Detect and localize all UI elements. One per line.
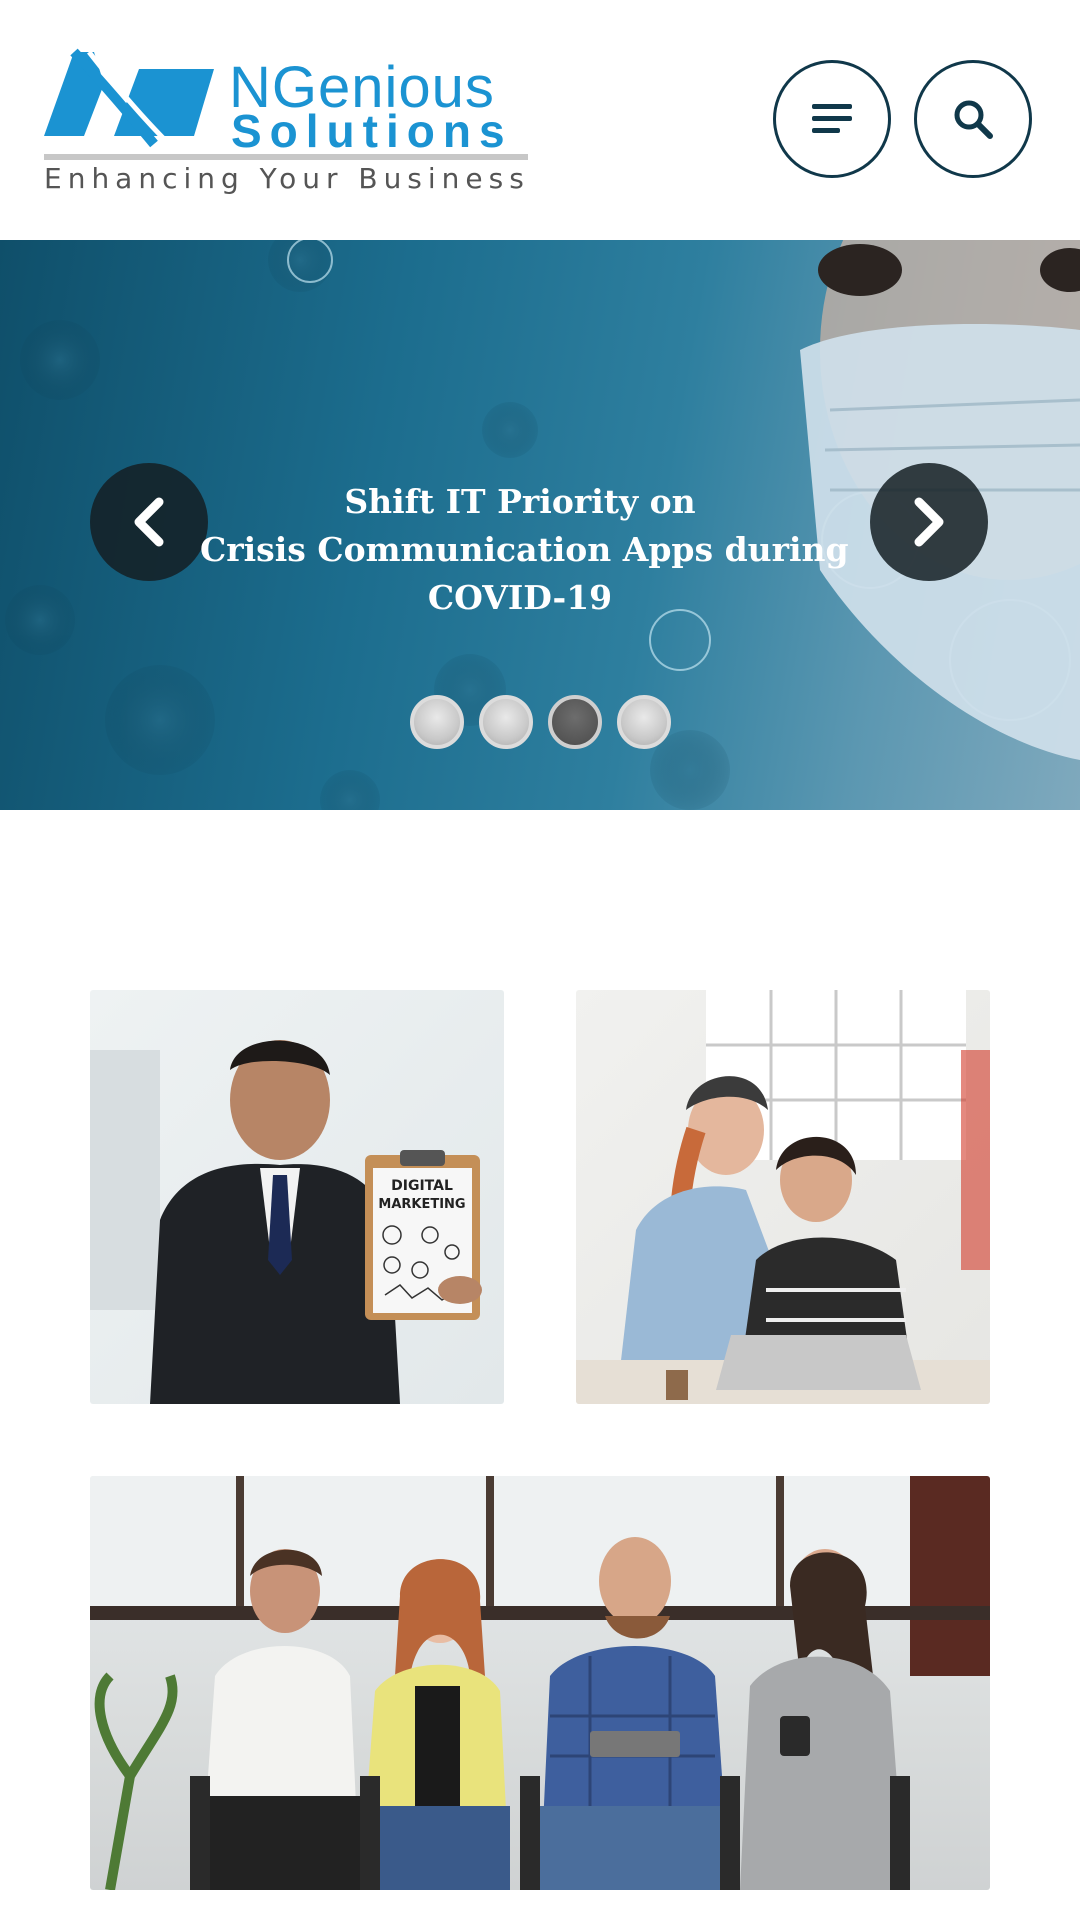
menu-button[interactable] <box>773 60 891 178</box>
clipboard-text: MARKETING <box>378 1197 465 1212</box>
team-meeting-image[interactable] <box>90 1476 990 1890</box>
hero-slider: Shift IT Priority on Crisis Communicatio… <box>0 240 1080 810</box>
chevron-left-icon <box>134 497 164 547</box>
slider-dot-4[interactable] <box>617 695 671 749</box>
chevron-right-icon <box>914 497 944 547</box>
slider-dot-1[interactable] <box>410 695 464 749</box>
hero-title-line: COVID-19 <box>427 578 613 617</box>
logo-divider <box>44 154 528 160</box>
search-button[interactable] <box>914 60 1032 178</box>
logo-mark-icon <box>44 48 214 148</box>
slider-dot-3[interactable] <box>548 695 602 749</box>
logo-tagline: Enhancing Your Business <box>44 162 530 195</box>
slider-pagination <box>410 695 671 749</box>
office-collaboration-image[interactable] <box>576 990 990 1404</box>
slider-dot-2[interactable] <box>479 695 533 749</box>
search-icon <box>954 100 993 139</box>
hero-title-line: Shift IT Priority on <box>344 482 696 521</box>
digital-marketing-image[interactable]: DIGITAL MARKETING <box>90 990 504 1404</box>
slider-next-button[interactable] <box>870 463 988 581</box>
slider-prev-button[interactable] <box>90 463 208 581</box>
site-header: NGenious Solutions Enhancing Your Busine… <box>0 0 1080 240</box>
hero-title: Shift IT Priority on Crisis Communicatio… <box>200 478 849 622</box>
hamburger-menu-icon <box>812 104 852 133</box>
clipboard-text: DIGITAL <box>391 1178 453 1194</box>
hero-title-line: Crisis Communication Apps during <box>200 530 849 569</box>
logo-subtitle: Solutions <box>231 105 513 157</box>
logo[interactable]: NGenious Solutions Enhancing Your Busine… <box>44 44 534 204</box>
